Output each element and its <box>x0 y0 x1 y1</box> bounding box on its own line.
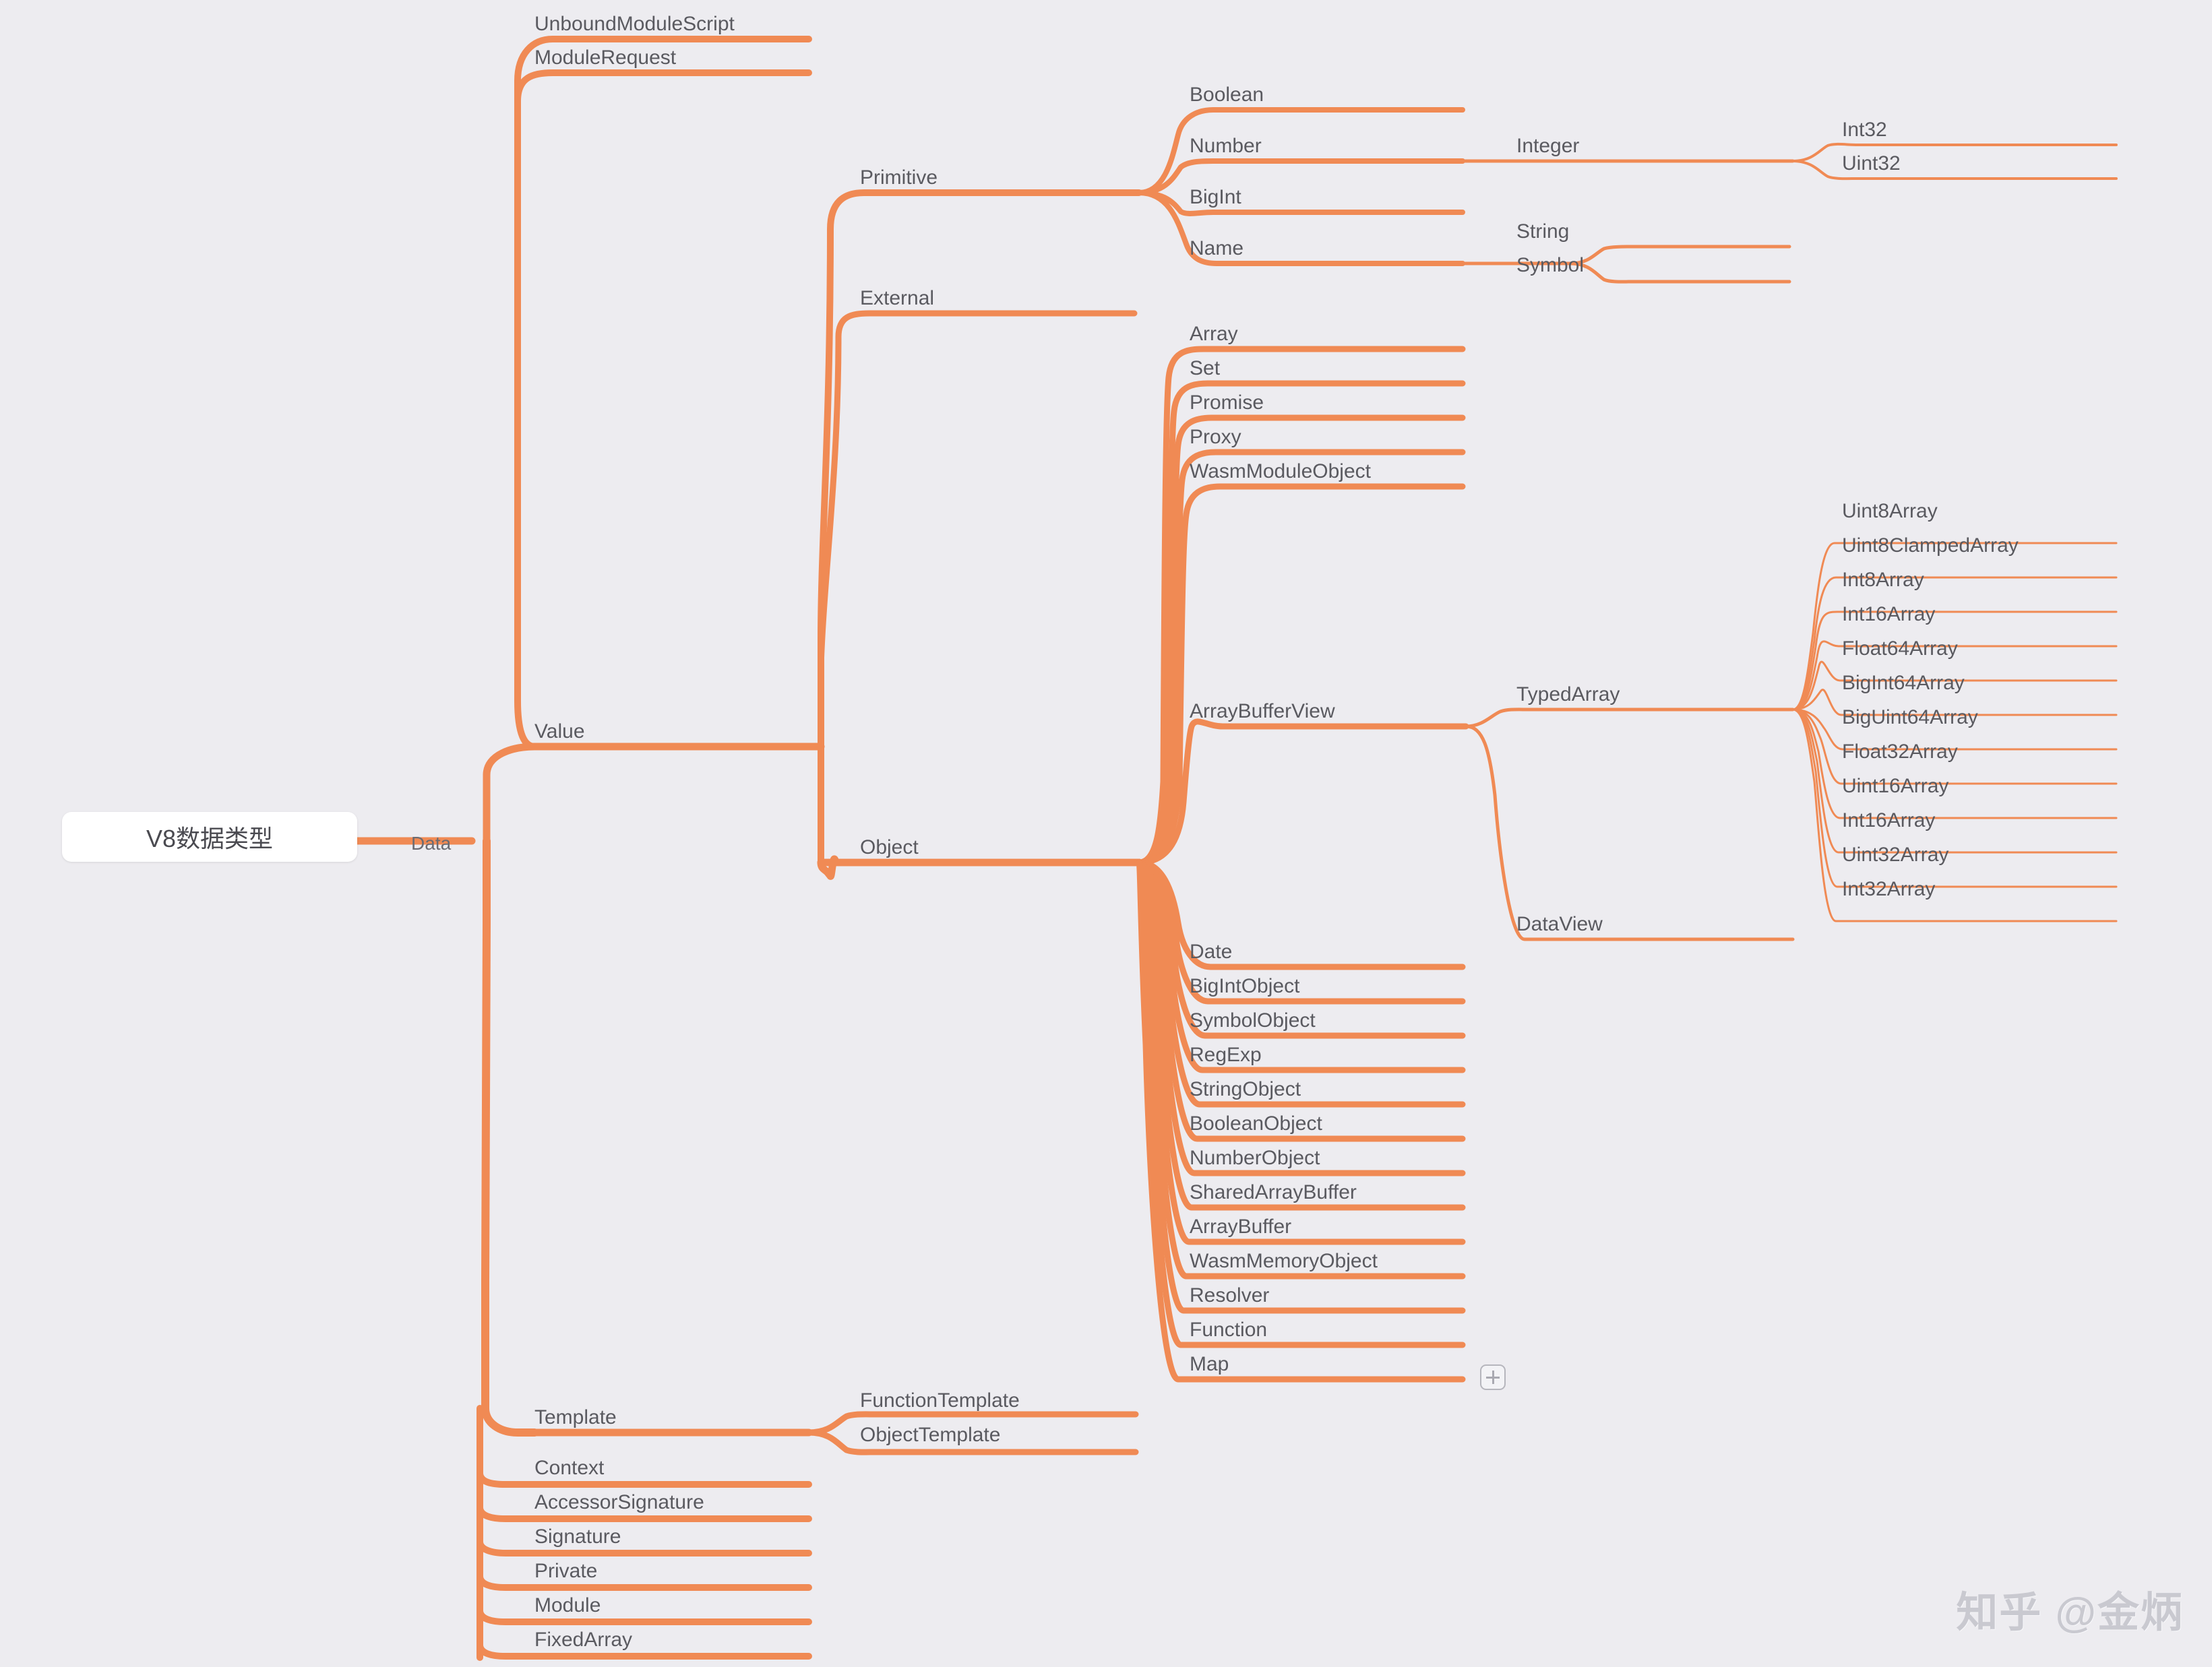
mindmap-node[interactable]: Int8Array <box>1842 570 1924 590</box>
mindmap-node[interactable]: Number <box>1190 136 1262 156</box>
mindmap-node[interactable]: Uint8Array <box>1842 501 1938 522</box>
mindmap-node[interactable]: Date <box>1190 942 1232 962</box>
mindmap-canvas[interactable]: V8数据类型 Data UnboundModuleScript ModuleReq… <box>0 0 2212 1667</box>
root-node-label: V8数据类型 <box>146 825 274 852</box>
branch-tag-data: Data <box>411 833 452 854</box>
mindmap-node[interactable]: Resolver <box>1190 1286 1269 1306</box>
mindmap-node[interactable]: Integer <box>1516 136 1579 156</box>
expand-node-button[interactable] <box>1480 1364 1506 1390</box>
mindmap-node[interactable]: Int16Array <box>1842 604 1935 625</box>
mindmap-node[interactable]: ObjectTemplate <box>860 1425 1000 1445</box>
mindmap-node[interactable]: External <box>860 288 934 309</box>
mindmap-node[interactable]: Proxy <box>1190 427 1241 447</box>
mindmap-node[interactable]: RegExp <box>1190 1045 1262 1065</box>
mindmap-node[interactable]: BigInt <box>1190 187 1241 208</box>
mindmap-node[interactable]: ArrayBuffer <box>1190 1217 1291 1237</box>
mindmap-node[interactable]: ArrayBufferView <box>1190 701 1335 722</box>
watermark: 知乎 @金炳 <box>1956 1590 2184 1636</box>
mindmap-node[interactable]: BigIntObject <box>1190 976 1299 997</box>
mindmap-node[interactable]: Name <box>1190 239 1243 259</box>
mindmap-node[interactable]: Set <box>1190 358 1220 379</box>
mindmap-node[interactable]: ModuleRequest <box>534 48 676 68</box>
mindmap-node[interactable]: UnboundModuleScript <box>534 14 735 34</box>
mindmap-node[interactable]: Uint16Array <box>1842 776 1948 796</box>
mindmap-node[interactable]: BigInt64Array <box>1842 673 1965 693</box>
mindmap-node[interactable]: Function <box>1190 1320 1267 1340</box>
mindmap-node[interactable]: Primitive <box>860 168 938 188</box>
mindmap-node[interactable]: AccessorSignature <box>534 1492 704 1513</box>
mindmap-node[interactable]: Template <box>534 1408 617 1428</box>
mindmap-node[interactable]: WasmMemoryObject <box>1190 1251 1378 1271</box>
mindmap-node[interactable]: Float64Array <box>1842 639 1958 659</box>
mindmap-node[interactable]: Promise <box>1190 393 1264 413</box>
mindmap-node[interactable]: WasmModuleObject <box>1190 462 1371 482</box>
mindmap-node[interactable]: StringObject <box>1190 1079 1301 1100</box>
mindmap-node[interactable]: Signature <box>534 1527 621 1547</box>
mindmap-node[interactable]: Private <box>534 1561 597 1581</box>
mindmap-node[interactable]: Uint32 <box>1842 154 1901 174</box>
mindmap-node[interactable]: Symbol <box>1516 255 1584 276</box>
mindmap-node[interactable]: Map <box>1190 1354 1229 1375</box>
mindmap-node[interactable]: Boolean <box>1190 85 1264 105</box>
mindmap-node[interactable]: Int32 <box>1842 120 1887 140</box>
mindmap-node[interactable]: Uint8ClampedArray <box>1842 536 2019 556</box>
mindmap-node[interactable]: DataView <box>1516 914 1603 935</box>
mindmap-node[interactable]: Value <box>534 722 585 742</box>
mindmap-node[interactable]: Int16Array <box>1842 811 1935 831</box>
mindmap-node[interactable]: FunctionTemplate <box>860 1391 1020 1411</box>
mindmap-node[interactable]: Context <box>534 1458 604 1478</box>
mindmap-node[interactable]: Float32Array <box>1842 742 1958 762</box>
mindmap-node[interactable]: Uint32Array <box>1842 845 1948 865</box>
mindmap-node[interactable]: Module <box>534 1596 601 1616</box>
root-node[interactable]: V8数据类型 <box>62 812 357 862</box>
mindmap-node[interactable]: BigUint64Array <box>1842 707 1978 728</box>
mindmap-node[interactable]: Int32Array <box>1842 879 1935 900</box>
mindmap-node[interactable]: TypedArray <box>1516 685 1620 705</box>
mindmap-node[interactable]: Object <box>860 838 919 858</box>
mindmap-node[interactable]: Array <box>1190 324 1238 344</box>
mindmap-node[interactable]: NumberObject <box>1190 1148 1320 1168</box>
mindmap-node[interactable]: SharedArrayBuffer <box>1190 1183 1357 1203</box>
mindmap-node[interactable]: FixedArray <box>534 1630 632 1650</box>
mindmap-node[interactable]: String <box>1516 222 1569 242</box>
mindmap-node[interactable]: BooleanObject <box>1190 1114 1322 1134</box>
mindmap-node[interactable]: SymbolObject <box>1190 1011 1316 1031</box>
